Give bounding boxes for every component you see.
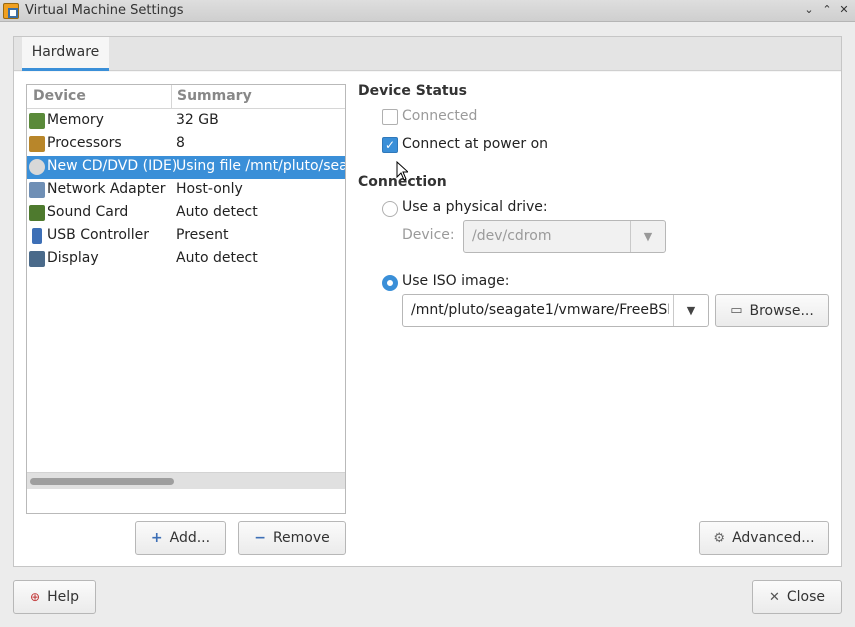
scrollbar-thumb[interactable] <box>30 478 174 485</box>
folder-icon: ▭ <box>730 303 743 318</box>
app-icon <box>3 3 19 19</box>
help-icon: ⊕ <box>30 590 41 604</box>
close-button-label: Close <box>786 589 826 605</box>
device-summary: Using file /mnt/pluto/seagate1/vmware/Fr… <box>176 158 345 174</box>
mouse-pointer-icon <box>396 161 408 181</box>
device-label: Device: <box>402 227 455 243</box>
browse-button-label: Browse... <box>749 302 814 319</box>
connected-label: Connected <box>402 108 478 124</box>
horizontal-scrollbar[interactable] <box>27 472 345 489</box>
add-button-label: Add... <box>169 530 211 546</box>
sound-card-icon <box>29 205 45 221</box>
device-row-usb-controller[interactable]: USB Controller Present <box>27 225 345 248</box>
iso-path-combo[interactable]: /mnt/pluto/seagate1/vmware/FreeBSD-1 ▼ <box>402 294 709 327</box>
help-button[interactable]: ⊕ Help <box>13 580 96 614</box>
minimize-icon[interactable]: ⌄ <box>801 2 817 18</box>
advanced-button[interactable]: ⚙ Advanced... <box>699 521 829 555</box>
device-name: Sound Card <box>47 204 129 220</box>
device-name: Display <box>47 250 99 266</box>
iso-image-radio[interactable] <box>382 275 398 291</box>
device-row-cd-dvd[interactable]: New CD/DVD (IDE) Using file /mnt/pluto/s… <box>27 156 345 179</box>
close-window-icon[interactable]: ✕ <box>836 2 852 18</box>
device-select: /dev/cdrom ▼ <box>463 220 666 253</box>
device-list: Device Summary Memory 32 GB Processors 8… <box>26 84 346 514</box>
device-row-network-adapter[interactable]: Network Adapter Host-only <box>27 179 345 202</box>
device-row-sound-card[interactable]: Sound Card Auto detect <box>27 202 345 225</box>
device-summary: Present <box>176 227 229 243</box>
remove-button-label: Remove <box>272 530 330 546</box>
device-list-header: Device Summary <box>27 85 345 109</box>
device-summary: Auto detect <box>176 204 258 220</box>
device-name: Processors <box>47 135 122 151</box>
device-rows: Memory 32 GB Processors 8 New CD/DVD (ID… <box>27 110 345 470</box>
usb-icon <box>32 228 42 244</box>
device-row-memory[interactable]: Memory 32 GB <box>27 110 345 133</box>
device-summary: Host-only <box>176 181 243 197</box>
device-summary: 8 <box>176 135 185 151</box>
minus-icon: − <box>254 530 266 546</box>
remove-button[interactable]: − Remove <box>238 521 346 555</box>
maximize-icon[interactable]: ⌃ <box>819 2 835 18</box>
connected-checkbox <box>382 109 398 125</box>
connect-power-on-checkbox[interactable]: ✓ <box>382 137 398 153</box>
device-row-processors[interactable]: Processors 8 <box>27 133 345 156</box>
device-row-display[interactable]: Display Auto detect <box>27 248 345 271</box>
chevron-down-icon[interactable]: ▼ <box>673 295 708 326</box>
network-adapter-icon <box>29 182 45 198</box>
window-title: Virtual Machine Settings <box>25 3 184 18</box>
connect-power-on-label[interactable]: Connect at power on <box>402 136 548 152</box>
browse-button[interactable]: ▭ Browse... <box>715 294 829 327</box>
display-icon <box>29 251 45 267</box>
column-separator[interactable] <box>171 85 172 109</box>
device-status-heading: Device Status <box>358 83 467 99</box>
iso-image-label[interactable]: Use ISO image: <box>402 273 509 289</box>
advanced-button-label: Advanced... <box>732 530 815 546</box>
close-icon: ✕ <box>768 589 780 605</box>
tab-strip: Hardware <box>14 37 841 71</box>
device-name: USB Controller <box>47 227 150 243</box>
physical-drive-radio[interactable] <box>382 201 398 217</box>
gears-icon: ⚙ <box>713 530 726 546</box>
title-bar: Virtual Machine Settings ⌄ ⌃ ✕ <box>0 0 855 22</box>
processor-icon <box>29 136 45 152</box>
device-name: Network Adapter <box>47 181 166 197</box>
iso-path-value[interactable]: /mnt/pluto/seagate1/vmware/FreeBSD-1 <box>411 302 669 318</box>
device-name: New CD/DVD (IDE) <box>47 158 178 174</box>
close-button[interactable]: ✕ Close <box>752 580 842 614</box>
help-button-label: Help <box>47 589 79 605</box>
physical-drive-label[interactable]: Use a physical drive: <box>402 199 548 215</box>
device-name: Memory <box>47 112 104 128</box>
device-summary: Auto detect <box>176 250 258 266</box>
cd-dvd-icon <box>29 159 45 175</box>
add-button[interactable]: + Add... <box>135 521 226 555</box>
plus-icon: + <box>150 530 163 546</box>
column-device-header[interactable]: Device <box>33 88 86 104</box>
chevron-down-icon: ▼ <box>630 221 665 252</box>
tab-hardware[interactable]: Hardware <box>22 37 109 71</box>
memory-icon <box>29 113 45 129</box>
device-select-value: /dev/cdrom <box>472 228 552 244</box>
device-summary: 32 GB <box>176 112 219 128</box>
column-summary-header[interactable]: Summary <box>177 88 252 104</box>
